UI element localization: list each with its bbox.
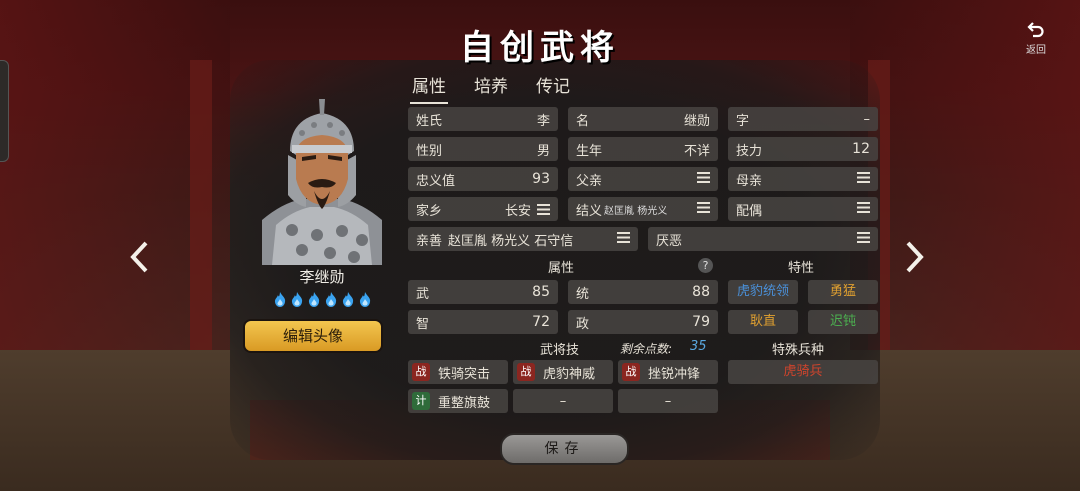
- dislikes-field[interactable]: 厌恶: [648, 227, 878, 251]
- birth-year-field[interactable]: 生年 不详: [568, 137, 718, 161]
- menu-icon: [697, 201, 710, 213]
- help-icon[interactable]: ?: [698, 258, 713, 273]
- next-arrow-icon[interactable]: [902, 240, 926, 274]
- flame-icon: [342, 292, 353, 307]
- hometown-field[interactable]: 家乡 长安: [408, 197, 558, 221]
- given-name-field[interactable]: 名继勋: [568, 107, 718, 131]
- combat-tag: 战: [412, 363, 430, 381]
- flame-icon: [325, 292, 336, 307]
- edit-avatar-button[interactable]: 编辑头像: [245, 321, 381, 351]
- menu-icon: [617, 231, 630, 243]
- spouse-field[interactable]: 配偶: [728, 197, 878, 221]
- save-button[interactable]: 保存: [500, 433, 629, 465]
- special-unit-header: 特殊兵种: [772, 343, 825, 358]
- trait-item[interactable]: 迟钝: [808, 310, 878, 334]
- general-name: 李继勋: [299, 268, 345, 286]
- strategy-tag: 计: [412, 392, 430, 410]
- father-field[interactable]: 父亲: [568, 167, 718, 191]
- flame-icon: [291, 292, 302, 307]
- skill-slot-empty[interactable]: –: [618, 389, 718, 413]
- skill-slot[interactable]: 战铁骑突击: [408, 360, 508, 384]
- sworn-siblings-field[interactable]: 结义 赵匡胤 杨光义: [568, 197, 718, 221]
- skill-slot[interactable]: 战挫锐冲锋: [618, 360, 718, 384]
- flame-icon: [359, 292, 370, 307]
- flame-icon: [274, 292, 285, 307]
- skill-slot-empty[interactable]: –: [513, 389, 613, 413]
- menu-icon: [857, 171, 870, 183]
- back-button[interactable]: 返回: [1018, 20, 1054, 56]
- combat-tag: 战: [517, 363, 535, 381]
- tab-biography[interactable]: 传记: [534, 70, 572, 104]
- page-title: 自创武将: [460, 28, 620, 68]
- courtesy-name-field[interactable]: 字 –: [728, 107, 878, 131]
- star-rating: [262, 291, 382, 308]
- menu-icon: [537, 203, 550, 215]
- attr-politics: 政 79: [568, 310, 718, 334]
- surname-field[interactable]: 姓氏李: [408, 107, 558, 131]
- skills-header: 武将技: [540, 343, 580, 358]
- trait-item[interactable]: 耿直: [728, 310, 798, 334]
- skill-slot[interactable]: 战虎豹神威: [513, 360, 613, 384]
- attributes-header: 属性: [548, 261, 575, 276]
- special-unit-value[interactable]: 虎骑兵: [728, 360, 878, 384]
- menu-icon: [857, 201, 870, 213]
- mother-field[interactable]: 母亲: [728, 167, 878, 191]
- remaining-points-value: 35: [690, 339, 707, 354]
- likes-field[interactable]: 亲善 赵匡胤 杨光义 石守信: [408, 227, 638, 251]
- trait-item[interactable]: 虎豹统领: [728, 280, 798, 304]
- skill-power-field: 技力 12: [728, 137, 878, 161]
- back-icon: [1018, 20, 1054, 41]
- skill-slot[interactable]: 计重整旗鼓: [408, 389, 508, 413]
- remaining-points-label: 剩余点数:: [620, 342, 673, 356]
- menu-icon: [697, 171, 710, 183]
- pillar-left: [190, 60, 212, 390]
- combat-tag: 战: [622, 363, 640, 381]
- flame-icon: [308, 292, 319, 307]
- side-drawer-handle[interactable]: [0, 60, 9, 162]
- general-portrait: [262, 99, 382, 265]
- back-label: 返回: [1026, 45, 1046, 56]
- attr-war: 武 85: [408, 280, 558, 304]
- previous-arrow-icon[interactable]: [128, 240, 152, 274]
- gender-field[interactable]: 性别男: [408, 137, 558, 161]
- menu-icon: [857, 231, 870, 243]
- tab-bar: 属性 培养 传记: [410, 70, 572, 104]
- traits-header: 特性: [788, 261, 815, 276]
- attr-intelligence: 智 72: [408, 310, 558, 334]
- attr-leadership: 统 88: [568, 280, 718, 304]
- trait-item[interactable]: 勇猛: [808, 280, 878, 304]
- tab-attributes[interactable]: 属性: [410, 70, 448, 104]
- loyalty-field: 忠义值 93: [408, 167, 558, 191]
- tab-training[interactable]: 培养: [472, 70, 510, 104]
